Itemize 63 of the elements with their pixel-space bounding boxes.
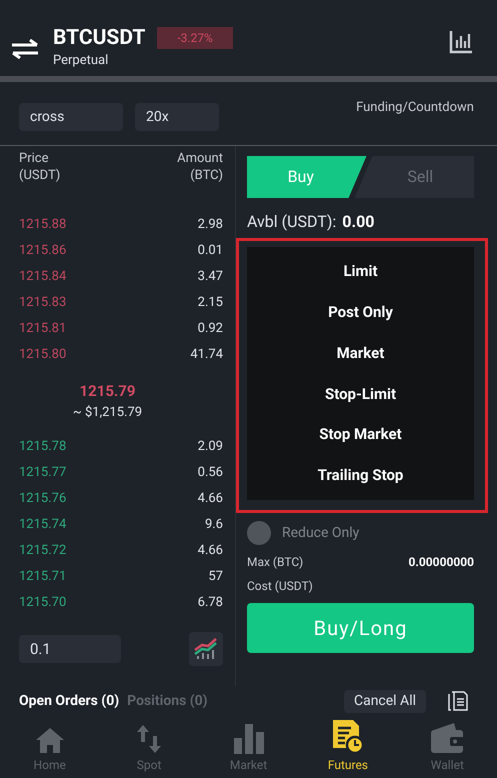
trend-chart-icon: [194, 638, 218, 660]
price-cell-text: 1215.70: [19, 594, 66, 612]
price-cell-text: 1215.84: [19, 268, 66, 286]
max-label: Max (BTC): [247, 554, 304, 571]
swap-arrows-icon: [136, 724, 162, 754]
price-cell-text: 1215.86: [19, 242, 66, 260]
price-cell-text: 1215.80: [19, 346, 66, 364]
menu-item[interactable]: Trailing Stop: [247, 464, 474, 487]
menu-item[interactable]: Market: [247, 342, 474, 364]
wallet-icon: [430, 722, 464, 754]
reduce-only-label: Reduce Only: [282, 524, 360, 542]
amount-cell-text: 2.09: [198, 438, 223, 456]
leverage-field[interactable]: 20x: [135, 103, 219, 131]
menu-item[interactable]: Stop Market: [247, 423, 474, 446]
cancel-all-button[interactable]: Cancel All: [344, 690, 426, 712]
price-cell-text: 1215.76: [19, 490, 66, 508]
orders-tab[interactable]: Open Orders (0): [19, 690, 120, 712]
amount-cell-text: 41.74: [190, 346, 223, 364]
checkbox[interactable]: [247, 521, 271, 545]
price-cell-text: 1215.74: [19, 516, 66, 534]
price-cell-text: 1215.78: [19, 438, 66, 456]
cost-label: Cost (USDT): [247, 578, 314, 595]
subtitle: Perpetual: [53, 52, 110, 70]
chart-icon[interactable]: [449, 30, 473, 54]
bar-chart-icon: [232, 722, 265, 754]
depth-chart-button[interactable]: [189, 632, 223, 666]
max-value: 0.00000000: [408, 554, 474, 571]
depth-field[interactable]: 0.1: [19, 635, 121, 663]
available-label: Avbl (USDT):: [247, 211, 336, 233]
home-icon: [34, 726, 65, 754]
amount-cell-text: 0.92: [198, 320, 223, 338]
menu-item[interactable]: Post Only: [247, 300, 474, 324]
amount-cell-text: 3.47: [198, 268, 223, 286]
nav-tab[interactable]: Futures: [298, 718, 398, 774]
amount-cell-text: 2.15: [198, 294, 223, 312]
list-icon[interactable]: [448, 691, 468, 711]
last-price-usd: ~ $1,215.79: [72, 404, 142, 422]
amount-cell-text: 0.01: [198, 242, 223, 260]
price-cell-text: 1215.72: [19, 542, 66, 560]
amount-cell-text: 6.78: [198, 594, 223, 612]
price-cell-text: 1215.81: [19, 320, 66, 338]
price-cell-text: 1215.88: [19, 216, 66, 234]
amount-cell-text: 0.56: [198, 464, 223, 482]
price-cell-text: 1215.71: [19, 568, 66, 586]
amount-cell-text: 9.6: [204, 516, 223, 534]
margin-mode-field[interactable]: cross: [19, 103, 123, 131]
amount-header: Amount (BTC): [177, 150, 223, 185]
last-price: 1215.79: [80, 381, 136, 402]
price-header: Price (USDT): [19, 150, 60, 185]
amount-cell-text: 4.66: [198, 490, 223, 508]
menu-item[interactable]: Stop-Limit: [247, 382, 474, 406]
swap-icon[interactable]: [10, 39, 40, 59]
available-value: 0.00: [342, 211, 374, 233]
amount-cell-text: 2.98: [198, 216, 223, 234]
menu-item[interactable]: Limit: [247, 260, 474, 283]
symbol-title: BTCUSDT: [53, 28, 146, 49]
document-clock-icon: [330, 718, 365, 754]
amount-cell-text: 4.66: [198, 542, 223, 560]
price-cell-text: 1215.83: [19, 294, 66, 312]
price-cell-text: 1215.77: [19, 464, 66, 482]
change-badge: -3.27%: [157, 27, 233, 50]
amount-cell-text: 57: [208, 568, 223, 586]
funding-label: Funding/Countdown: [356, 99, 474, 117]
